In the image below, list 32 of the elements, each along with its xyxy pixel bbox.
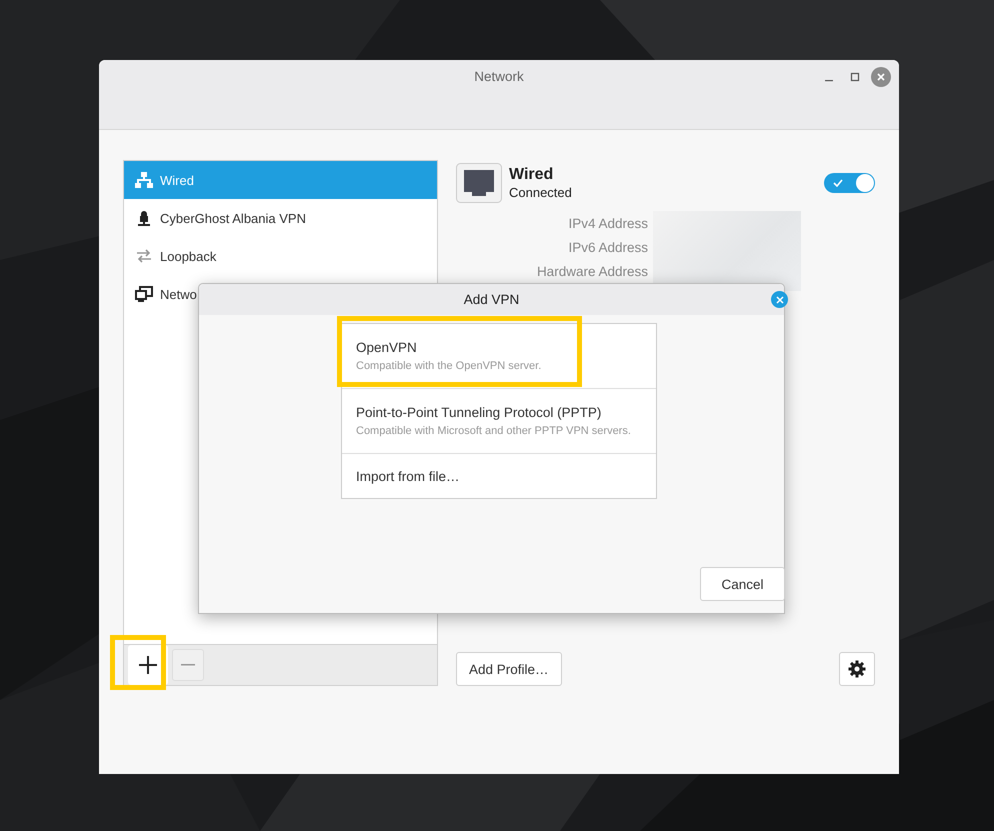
toggle-switch[interactable]: [824, 173, 875, 193]
property-label: IPv6 Address: [568, 240, 648, 257]
lock-icon: [135, 210, 153, 226]
arrows-icon: [135, 249, 153, 263]
cancel-button[interactable]: Cancel: [700, 567, 785, 601]
remove-button[interactable]: [172, 649, 204, 681]
computers-icon: [135, 286, 153, 302]
maximize-icon: [850, 72, 860, 82]
network-tree-icon: [135, 172, 153, 188]
property-label: Hardware Address: [536, 264, 648, 281]
ethernet-port-icon: [456, 163, 502, 203]
close-button[interactable]: [871, 67, 891, 87]
settings-button[interactable]: [839, 652, 875, 686]
vpn-option[interactable]: Point-to-Point Tunneling Protocol (PPTP) Compatible with Microsoft and other PPTP VPN servers.: [342, 389, 656, 454]
highlight-overlay: [110, 635, 166, 690]
property-label: IPv4 Address: [568, 216, 648, 233]
minimize-icon: [825, 80, 833, 82]
gear-icon: [848, 660, 866, 678]
plus-icon: [138, 655, 158, 675]
check-icon: [833, 179, 843, 187]
sidebar-item[interactable]: Loopback: [124, 237, 437, 275]
window-title: Network: [474, 69, 524, 85]
dialog-title: Add VPN: [464, 292, 520, 307]
close-icon: [776, 296, 784, 304]
connection-title: Wired: [509, 166, 554, 184]
add-profile-button[interactable]: Add Profile…: [456, 652, 562, 686]
connection-status: Connected: [509, 185, 573, 200]
minus-icon: [181, 664, 195, 666]
vpn-option[interactable]: Import from file…: [342, 454, 656, 498]
close-button[interactable]: [771, 291, 788, 308]
sidebar-item[interactable]: CyberGhost Albania VPN: [124, 199, 437, 237]
close-icon: [876, 72, 886, 82]
